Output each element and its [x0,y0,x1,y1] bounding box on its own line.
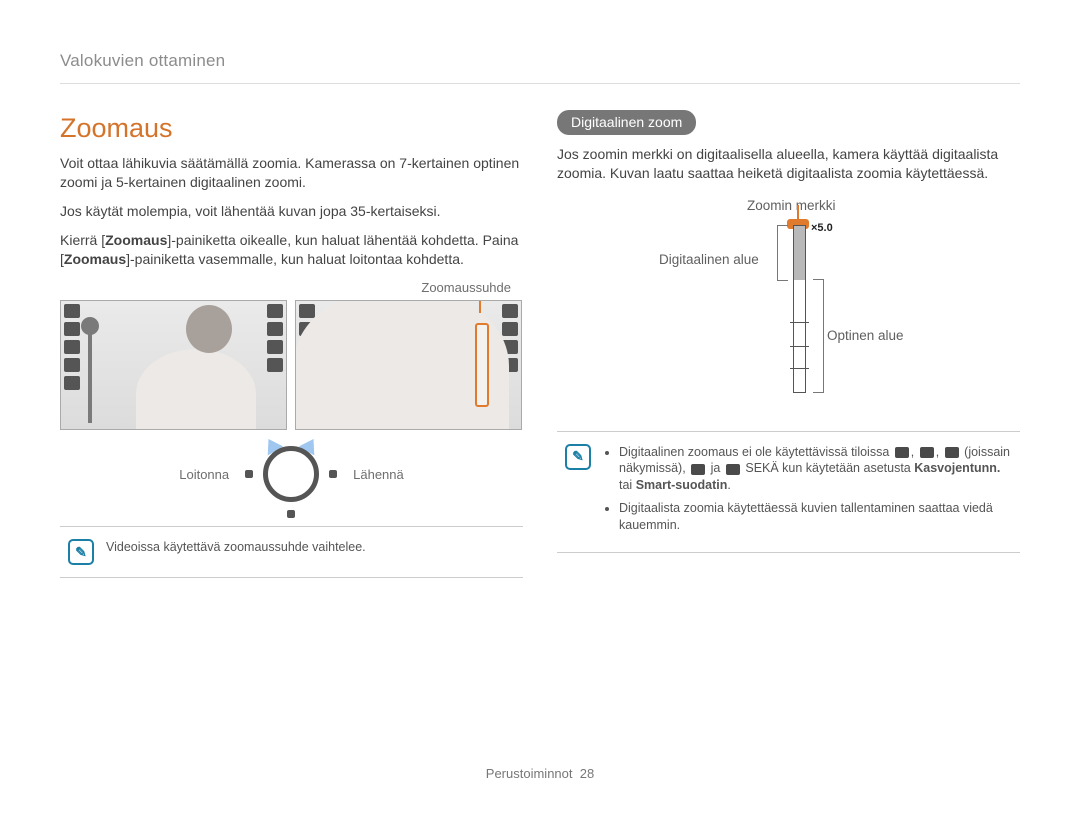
mode-icon [920,447,934,458]
subsection-pill: Digitaalinen zoom [557,110,696,135]
zoom-tick [790,368,809,369]
note-box: ✎ Videoissa käytettävä zoomaussuhde vaih… [60,526,523,578]
zoom-dial-icon [257,440,325,508]
note-item: Digitaalista zoomia käytettäessä kuvien … [619,500,1012,534]
note-text: Videoissa käytettävä zoomaussuhde vaihte… [106,539,366,556]
body-text: Voit ottaa lähikuvia säätämällä zoomia. … [60,154,523,192]
status-icon [267,358,283,372]
bracket-optical [813,279,824,393]
note-icon: ✎ [68,539,94,565]
optical-range-label: Optinen alue [827,327,904,345]
footer-section: Perustoiminnot [486,766,573,781]
camera-screens [60,300,523,430]
mode-icon [945,447,959,458]
zoom-dial-row: Loitonna Lähennä [60,440,523,508]
page-footer: Perustoiminnot 28 [0,765,1080,783]
mode-icon [691,464,705,475]
dial-dot [245,470,253,478]
mode-icon [726,464,740,475]
zoom-illustration: Zoomaussuhde [60,279,523,509]
manual-page: Valokuvien ottaminen Zoomaus Voit ottaa … [0,0,1080,815]
zoom-tick [790,322,809,323]
section-title: Zoomaus [60,110,523,146]
callout-line [479,300,481,313]
right-column: Digitaalinen zoom Jos zoomin merkki on d… [557,110,1020,578]
dial-ring [263,446,319,502]
zoom-bar-digital-zone [794,226,805,280]
camera-screen-wide [60,300,287,430]
digital-range-label: Digitaalinen alue [659,251,759,269]
status-icon [267,340,283,354]
breadcrumb: Valokuvien ottaminen [60,50,1020,84]
note-box: ✎ Digitaalinen zoomaus ei ole käytettävi… [557,431,1020,553]
note-list: Digitaalinen zoomaus ei ole käytettäviss… [603,444,1012,540]
dial-dot [329,470,337,478]
left-column: Zoomaus Voit ottaa lähikuvia säätämällä … [60,110,523,578]
dial-dot [287,510,295,518]
body-text: Jos käytät molempia, voit lähentää kuvan… [60,202,523,221]
status-icon [267,322,283,336]
zoom-tick [790,346,809,347]
zoom-indicator-diagram: Zoomin merkki ×5.0 Digitaalinen alue Opt… [597,197,1020,397]
body-text: Jos zoomin merkki on digitaalisella alue… [557,145,1020,183]
zoom-value: ×5.0 [811,221,833,236]
note-item: Digitaalinen zoomaus ei ole käytettäviss… [619,444,1012,495]
status-icon [267,304,283,318]
person-silhouette [136,300,256,429]
mode-icon [895,447,909,458]
note-icon: ✎ [565,444,591,470]
zoom-bar [793,225,806,393]
footer-page-number: 28 [580,766,594,781]
zoom-in-label: Lähennä [353,466,404,484]
camera-screen-tele [295,300,522,430]
screen-icons-right [267,304,283,372]
bracket-digital [777,225,788,281]
zoom-bar-highlight [475,323,489,407]
zoom-out-label: Loitonna [179,466,229,484]
two-column-layout: Zoomaus Voit ottaa lähikuvia säätämällä … [60,110,1020,578]
body-text: Kierrä [Zoomaus]-painiketta oikealle, ku… [60,231,523,269]
zoom-indicator-label: Zoomin merkki [747,197,836,215]
zoom-ratio-label: Zoomaussuhde [60,279,523,297]
lamppost-graphic [75,313,105,423]
